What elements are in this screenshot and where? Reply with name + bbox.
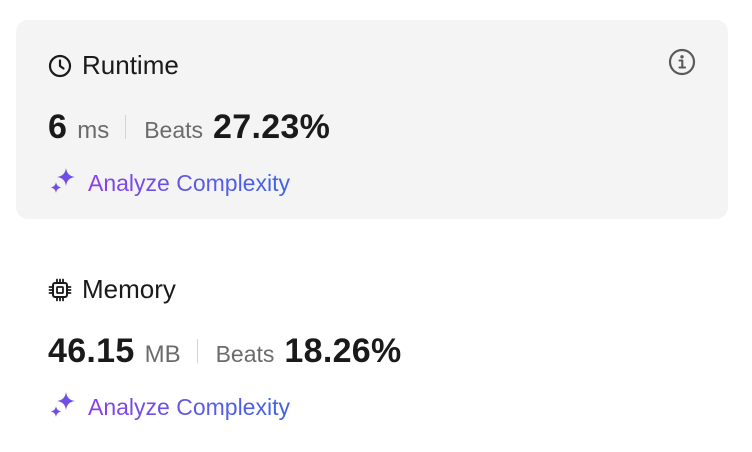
runtime-analyze-complexity-button[interactable]: Analyze Complexity [48,166,290,201]
memory-header: Memory [48,274,176,305]
runtime-unit: ms [77,117,110,144]
memory-metric: 46.15 MB Beats 18.26% [48,332,402,371]
runtime-value: 6 [48,108,68,146]
clock-icon [48,54,72,78]
submission-stats: Runtime 6 ms Beats 27.23% Analyze Comple… [0,0,752,452]
memory-beats-value: 18.26% [284,332,402,370]
runtime-beats-value: 27.23% [213,108,331,146]
sparkle-icon [48,390,78,425]
sparkle-icon [48,166,78,201]
runtime-metric: 6 ms Beats 27.23% [48,108,330,147]
memory-title: Memory [82,274,176,304]
memory-analyze-complexity-button[interactable]: Analyze Complexity [48,390,290,425]
memory-card[interactable]: Memory 46.15 MB Beats 18.26% Analyze Com… [16,244,728,440]
memory-beats-label: Beats [215,341,275,367]
divider [125,114,127,139]
runtime-card[interactable]: Runtime 6 ms Beats 27.23% Analyze Comple… [16,20,728,219]
runtime-analyze-label: Analyze Complexity [88,170,290,196]
memory-analyze-label: Analyze Complexity [88,394,290,420]
runtime-header: Runtime [48,50,179,81]
runtime-beats-label: Beats [144,117,204,143]
divider [196,338,198,363]
memory-unit: MB [144,341,181,368]
memory-value: 46.15 [48,332,135,370]
runtime-title: Runtime [82,50,179,80]
info-icon[interactable] [668,48,696,76]
chip-icon [48,278,72,302]
